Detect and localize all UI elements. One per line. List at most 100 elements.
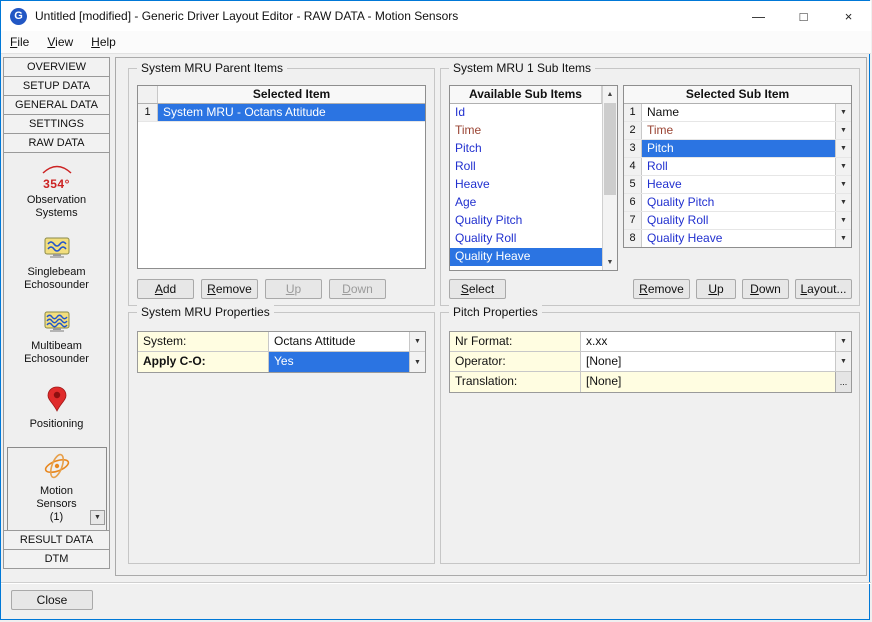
property-row: Translation: [None] ... <box>450 372 851 392</box>
app-icon: G <box>10 8 27 25</box>
table-row[interactable]: 7 Quality Roll ▼ <box>624 212 851 230</box>
list-item[interactable]: Quality Pitch <box>450 212 602 230</box>
available-sub-items-list: Available Sub Items Id Time Pitch Roll H… <box>449 85 618 271</box>
available-header-label: Available Sub Items <box>450 86 601 103</box>
table-row[interactable]: 1 Name ▼ <box>624 104 851 122</box>
titlebar: G Untitled [modified] - Generic Driver L… <box>1 1 871 31</box>
down-button[interactable]: Down <box>329 279 386 299</box>
layout-button[interactable]: Layout... <box>795 279 852 299</box>
table-row[interactable]: 8 Quality Heave ▼ <box>624 230 851 248</box>
table-row[interactable]: 3 Pitch ▼ <box>624 140 851 158</box>
dropdown-arrow-icon[interactable]: ▼ <box>835 140 851 157</box>
up-sub-button[interactable]: Up <box>696 279 736 299</box>
sidebar-bottom: RESULT DATA DTM <box>3 530 110 569</box>
menu-help[interactable]: Help <box>82 32 125 52</box>
operator-value-field[interactable]: [None] <box>581 352 835 371</box>
row-number: 7 <box>624 212 642 229</box>
table-row[interactable]: 1 System MRU - Octans Attitude <box>138 104 425 122</box>
sidebar-item-observation-systems[interactable]: 354° Observation Systems <box>4 159 109 224</box>
property-label: System: <box>138 332 269 351</box>
property-label: Nr Format: <box>450 332 581 351</box>
table-row[interactable]: 6 Quality Pitch ▼ <box>624 194 851 212</box>
close-icon[interactable]: × <box>826 1 871 31</box>
sidebar-tab-settings[interactable]: SETTINGS <box>3 114 110 134</box>
sidebar-item-multibeam-echosounder[interactable]: Multibeam Echosounder <box>4 307 109 370</box>
minimize-icon[interactable]: — <box>736 1 781 31</box>
scrollbar-up-icon[interactable]: ▲ <box>603 86 617 102</box>
sidebar-item-label: Observation Systems <box>18 194 96 220</box>
table-header: Selected Item <box>138 86 425 104</box>
sidebar-tab-setup-data[interactable]: SETUP DATA <box>3 76 110 96</box>
property-row: Nr Format: x.xx ▼ <box>450 332 851 352</box>
list-item[interactable]: Heave <box>450 176 602 194</box>
parent-items-table: Selected Item 1 System MRU - Octans Atti… <box>137 85 426 269</box>
property-label: Operator: <box>450 352 581 371</box>
list-item[interactable]: Age <box>450 194 602 212</box>
sidebar-tab-dtm[interactable]: DTM <box>3 549 110 569</box>
dropdown-arrow-icon[interactable]: ▼ <box>835 104 851 121</box>
up-button[interactable]: Up <box>265 279 322 299</box>
group-title: Pitch Properties <box>449 305 542 319</box>
sidebar-item-label: Positioning <box>18 418 96 431</box>
sidebar-item-singlebeam-echosounder[interactable]: Singlebeam Echosounder <box>4 233 109 296</box>
row-label: Pitch <box>642 140 835 157</box>
list-item[interactable]: Roll <box>450 158 602 176</box>
property-label: Apply C-O: <box>138 352 269 372</box>
close-button[interactable]: Close <box>11 590 93 610</box>
sidebar-scroll-down-icon[interactable]: ▼ <box>90 510 105 525</box>
apply-co-value-field[interactable]: Yes <box>269 352 409 372</box>
dropdown-arrow-icon[interactable]: ▼ <box>835 158 851 175</box>
sidebar-item-label: Multibeam Echosounder <box>18 340 96 366</box>
list-item[interactable]: Quality Heave <box>450 248 602 266</box>
sidebar-tab-general-data[interactable]: GENERAL DATA <box>3 95 110 115</box>
group-sub-items: System MRU 1 Sub Items Available Sub Ite… <box>440 68 860 306</box>
list-item[interactable]: Id <box>450 104 602 122</box>
sidebar-tab-overview[interactable]: OVERVIEW <box>3 57 110 77</box>
down-sub-button[interactable]: Down <box>742 279 789 299</box>
sidebar: OVERVIEW SETUP DATA GENERAL DATA SETTING… <box>3 57 110 153</box>
menu-file[interactable]: File <box>1 32 38 52</box>
list-item[interactable]: Time <box>450 122 602 140</box>
selected-sub-item-table: Selected Sub Item 1 Name ▼ 2 Time ▼ 3 Pi… <box>623 85 852 248</box>
dropdown-arrow-icon[interactable]: ▼ <box>835 352 851 371</box>
add-button[interactable]: Add <box>137 279 194 299</box>
row-number: 6 <box>624 194 642 211</box>
dropdown-arrow-icon[interactable]: ▼ <box>409 352 425 372</box>
table-row[interactable]: 5 Heave ▼ <box>624 176 851 194</box>
dropdown-arrow-icon[interactable]: ▼ <box>835 230 851 247</box>
dropdown-arrow-icon[interactable]: ▼ <box>835 122 851 139</box>
dropdown-arrow-icon[interactable]: ▼ <box>409 332 425 351</box>
translation-value-field[interactable]: [None] <box>581 372 835 392</box>
sidebar-tab-result-data[interactable]: RESULT DATA <box>3 530 110 550</box>
scrollbar-down-icon[interactable]: ▼ <box>603 254 617 270</box>
maximize-icon[interactable]: □ <box>781 1 826 31</box>
row-number: 2 <box>624 122 642 139</box>
table-row[interactable]: 4 Roll ▼ <box>624 158 851 176</box>
sidebar-tab-raw-data[interactable]: RAW DATA <box>3 133 110 153</box>
dropdown-arrow-icon[interactable]: ▼ <box>835 212 851 229</box>
remove-button[interactable]: Remove <box>201 279 258 299</box>
scrollbar[interactable]: ▲ ▼ <box>602 86 617 270</box>
property-row: System: Octans Attitude ▼ <box>138 332 425 352</box>
ellipsis-button[interactable]: ... <box>835 372 851 392</box>
remove-sub-button[interactable]: Remove <box>633 279 690 299</box>
nr-format-value-field[interactable]: x.xx <box>581 332 835 351</box>
row-label: Quality Roll <box>642 212 835 229</box>
menu-view[interactable]: View <box>38 32 82 52</box>
dropdown-arrow-icon[interactable]: ▼ <box>835 332 851 351</box>
table-row[interactable]: 2 Time ▼ <box>624 122 851 140</box>
select-button[interactable]: Select <box>449 279 506 299</box>
dropdown-arrow-icon[interactable]: ▼ <box>835 194 851 211</box>
pitch-properties-table: Nr Format: x.xx ▼ Operator: [None] ▼ Tra… <box>449 331 852 393</box>
row-number: 1 <box>138 104 158 121</box>
scrollbar-thumb[interactable] <box>604 103 616 195</box>
list-item[interactable]: Quality Roll <box>450 230 602 248</box>
group-title: System MRU Parent Items <box>137 61 287 75</box>
observation-systems-icon: 354° <box>40 163 74 191</box>
system-value-field[interactable]: Octans Attitude <box>269 332 409 351</box>
sub-items-buttons: Remove Up Down Layout... <box>623 279 852 299</box>
dropdown-arrow-icon[interactable]: ▼ <box>835 176 851 193</box>
mru-properties-table: System: Octans Attitude ▼ Apply C-O: Yes… <box>137 331 426 373</box>
list-item[interactable]: Pitch <box>450 140 602 158</box>
sidebar-item-positioning[interactable]: Positioning <box>4 382 109 435</box>
